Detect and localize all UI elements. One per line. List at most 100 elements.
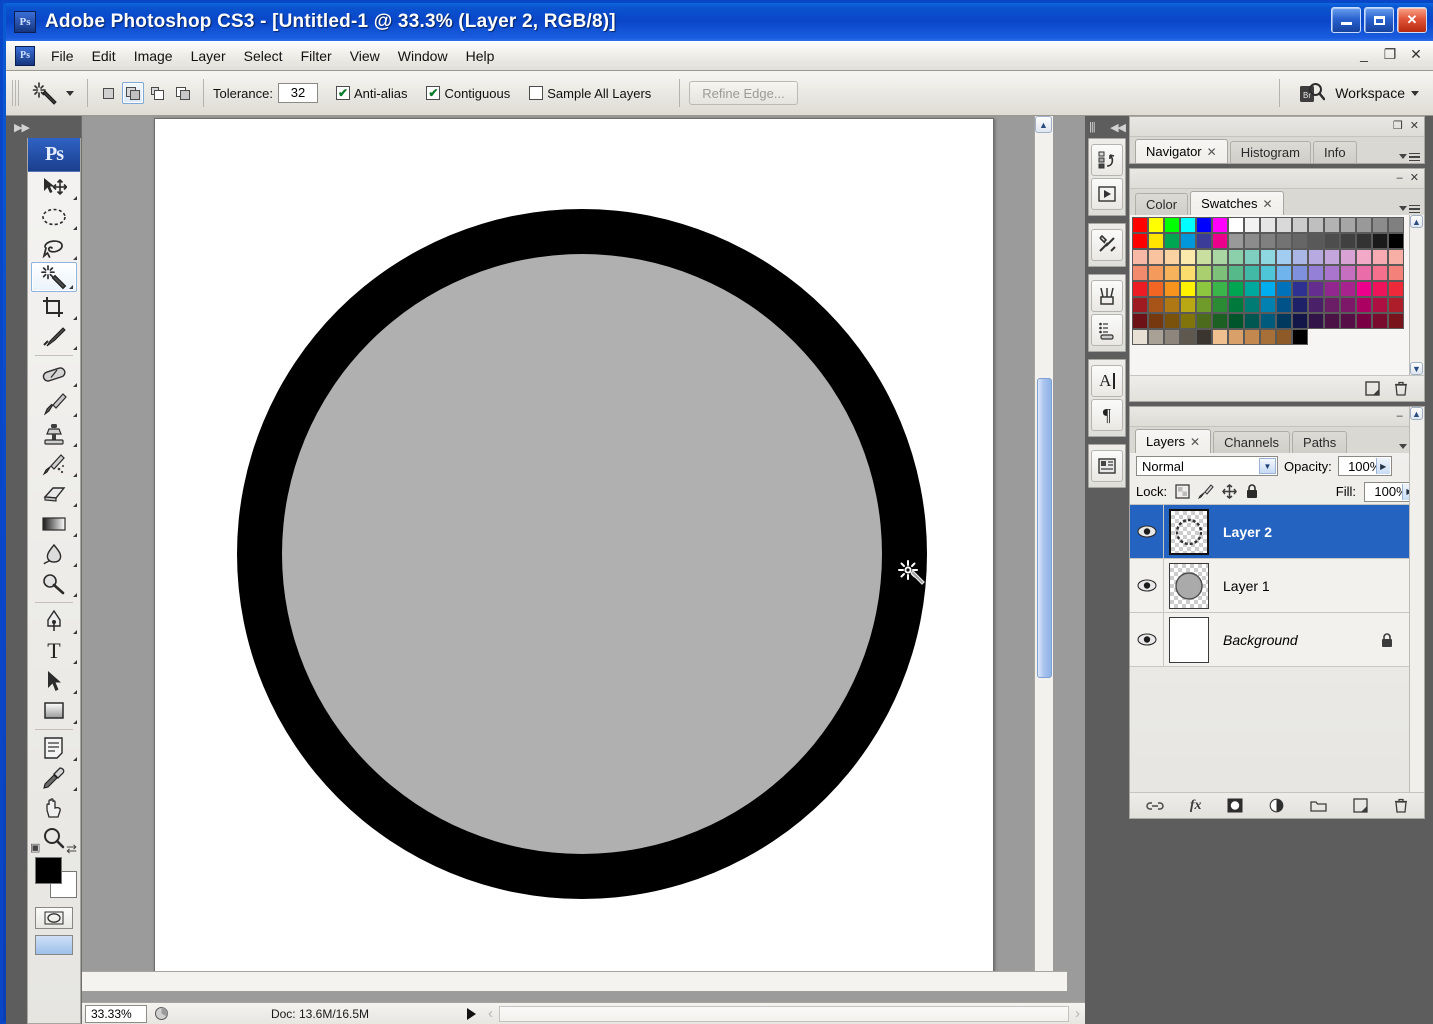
sample-all-layers-checkbox[interactable] [529, 86, 544, 100]
link-layers-button[interactable] [1146, 800, 1164, 812]
swatch-cell[interactable] [1227, 296, 1244, 313]
lasso-tool[interactable] [28, 232, 80, 262]
new-adjustment-layer-button[interactable] [1269, 798, 1284, 813]
swatch-cell[interactable] [1259, 296, 1276, 313]
swatch-cell[interactable] [1211, 264, 1228, 281]
navigator-minimize-button[interactable]: ❒ [1393, 121, 1403, 132]
swatch-cell[interactable] [1147, 216, 1164, 233]
swatches-grid-area[interactable]: ▲ ▼ [1130, 215, 1424, 375]
navigator-close-button[interactable]: ✕ [1410, 121, 1419, 132]
add-to-selection-button[interactable] [122, 82, 144, 104]
swatch-cell[interactable] [1339, 312, 1356, 329]
swatch-cell[interactable] [1131, 264, 1148, 281]
swatch-cell[interactable] [1131, 296, 1148, 313]
tab-swatches-close-icon[interactable]: ✕ [1262, 197, 1272, 211]
expand-arrows-icon[interactable]: ▶▶ [14, 121, 30, 134]
layers-scrollbar[interactable]: ▲ ▼ [1409, 407, 1424, 818]
menu-item-layer[interactable]: Layer [182, 44, 235, 68]
swatch-cell[interactable] [1371, 312, 1388, 329]
swatch-cell[interactable] [1227, 216, 1244, 233]
swatch-cell[interactable] [1227, 312, 1244, 329]
swatch-cell[interactable] [1371, 280, 1388, 297]
swatch-cell[interactable] [1243, 328, 1260, 345]
menu-item-help[interactable]: Help [457, 44, 504, 68]
table-row[interactable]: Layer 2 [1130, 504, 1424, 559]
swatch-cell[interactable] [1179, 248, 1196, 265]
swatch-cell[interactable] [1355, 248, 1372, 265]
workspace-menu-button[interactable]: Workspace [1335, 85, 1419, 101]
swatch-cell[interactable] [1163, 328, 1180, 345]
swatch-cell[interactable] [1291, 264, 1308, 281]
swatch-cell[interactable] [1259, 328, 1276, 345]
swatch-cell[interactable] [1355, 296, 1372, 313]
tab-paths[interactable]: Paths [1292, 431, 1348, 453]
menu-item-image[interactable]: Image [125, 44, 182, 68]
layer-visibility-toggle[interactable] [1130, 558, 1164, 613]
menu-item-filter[interactable]: Filter [292, 44, 341, 68]
brush-tool[interactable] [28, 389, 80, 419]
swatch-cell[interactable] [1179, 216, 1196, 233]
swatch-cell[interactable] [1339, 248, 1356, 265]
swatch-cell[interactable] [1275, 264, 1292, 281]
quick-mask-mode-button[interactable] [35, 907, 73, 929]
swatch-cell[interactable] [1275, 248, 1292, 265]
swatch-cell[interactable] [1227, 328, 1244, 345]
swatch-cell[interactable] [1355, 264, 1372, 281]
swatch-cell[interactable] [1211, 232, 1228, 249]
options-bar-grip[interactable] [12, 80, 19, 106]
swatch-cell[interactable] [1387, 264, 1404, 281]
document-proxy-preview-icon[interactable] [149, 1006, 173, 1021]
swatch-cell[interactable] [1387, 216, 1404, 233]
anti-alias-option[interactable]: Anti-alias [335, 86, 412, 101]
swatch-cell[interactable] [1275, 312, 1292, 329]
horizontal-scroll-right-button[interactable]: › [1069, 1005, 1086, 1022]
toolbox-collapse-header[interactable]: ▶▶ [6, 116, 81, 138]
swatch-cell[interactable] [1387, 280, 1404, 297]
swatch-cell[interactable] [1243, 248, 1260, 265]
swatch-cell[interactable] [1291, 232, 1308, 249]
swatch-cell[interactable] [1339, 296, 1356, 313]
tab-layers-close-icon[interactable]: ✕ [1190, 435, 1200, 449]
swatch-cell[interactable] [1339, 232, 1356, 249]
swatch-cell[interactable] [1243, 296, 1260, 313]
collapse-arrows-icon[interactable]: ◀◀ [1110, 121, 1126, 134]
swatch-cell[interactable] [1147, 312, 1164, 329]
canvas-vertical-scrollbar[interactable]: ▲ ▼ [1034, 116, 1053, 991]
swatch-cell[interactable] [1323, 232, 1340, 249]
swatch-cell[interactable] [1387, 296, 1404, 313]
swatch-cell[interactable] [1323, 248, 1340, 265]
swatch-cell[interactable] [1131, 328, 1148, 345]
swatch-cell[interactable] [1243, 312, 1260, 329]
lock-all-button[interactable] [1245, 484, 1259, 499]
move-tool[interactable] [28, 172, 80, 202]
new-layer-button[interactable] [1353, 798, 1368, 813]
swatch-cell[interactable] [1131, 312, 1148, 329]
swatch-cell[interactable] [1259, 232, 1276, 249]
path-selection-tool[interactable] [28, 666, 80, 696]
tab-navigator-close-icon[interactable]: ✕ [1207, 145, 1217, 159]
rectangle-shape-tool[interactable] [28, 696, 80, 726]
layer-thumbnail[interactable] [1169, 508, 1209, 555]
vertical-scroll-thumb[interactable] [1037, 378, 1052, 678]
swatch-cell[interactable] [1179, 296, 1196, 313]
lock-transparent-pixels-button[interactable] [1175, 484, 1190, 499]
menu-item-edit[interactable]: Edit [83, 44, 125, 68]
swatch-cell[interactable] [1291, 296, 1308, 313]
swatch-cell[interactable] [1211, 312, 1228, 329]
layers-minimize-button[interactable]: – [1397, 411, 1403, 422]
swatches-minimize-button[interactable]: – [1397, 173, 1403, 184]
swatch-cell[interactable] [1131, 280, 1148, 297]
swatch-cell[interactable] [1147, 248, 1164, 265]
swatch-cell[interactable] [1259, 280, 1276, 297]
tab-histogram[interactable]: Histogram [1229, 141, 1311, 163]
canvas-viewport[interactable]: ▲ ▼ [82, 116, 1067, 991]
swatch-cell[interactable] [1195, 312, 1212, 329]
swatch-cell[interactable] [1243, 216, 1260, 233]
history-brush-tool[interactable] [28, 449, 80, 479]
layer-thumbnail[interactable] [1169, 616, 1209, 663]
slice-tool[interactable] [28, 322, 80, 352]
swatch-cell[interactable] [1355, 312, 1372, 329]
swatch-cell[interactable] [1179, 264, 1196, 281]
swatch-cell[interactable] [1323, 296, 1340, 313]
swatch-cell[interactable] [1259, 264, 1276, 281]
